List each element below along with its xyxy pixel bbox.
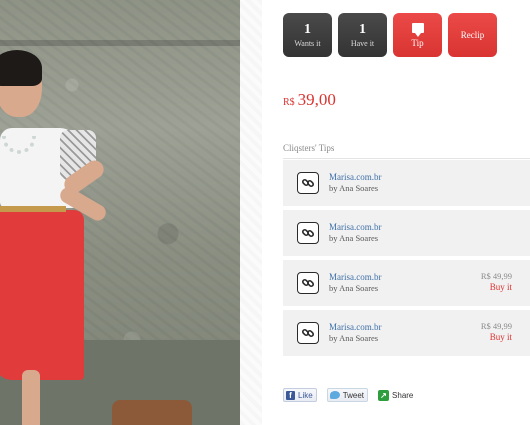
speech-bubble-icon — [411, 22, 424, 37]
product-page: 1 Wants it 1 Have it Tip Reclip R$ 39,00… — [0, 0, 530, 425]
tip-price: R$ 49,99 — [480, 271, 512, 281]
tip-item[interactable]: Marisa.com.br by Ana Soares R$ 49,99 Buy… — [283, 260, 530, 306]
product-price: R$ 39,00 — [283, 90, 336, 110]
twitter-bird-icon — [329, 391, 340, 399]
photo-bag — [112, 400, 192, 425]
tip-store-link[interactable]: Marisa.com.br — [329, 172, 381, 183]
photo-hair — [0, 50, 42, 86]
tip-text: Marisa.com.br by Ana Soares — [329, 222, 381, 244]
have-it-button[interactable]: 1 Have it — [338, 13, 387, 57]
tip-item[interactable]: Marisa.com.br by Ana Soares — [283, 160, 530, 206]
wants-it-label: Wants it — [294, 39, 321, 48]
product-panel: 1 Wants it 1 Have it Tip Reclip R$ 39,00… — [240, 0, 530, 425]
photo-belt — [0, 206, 66, 212]
tip-price: R$ 49,99 — [480, 321, 512, 331]
share-label: Share — [392, 390, 414, 400]
price-value: 39,00 — [297, 90, 336, 109]
tip-buy-link[interactable]: Buy it — [481, 282, 512, 293]
tip-purchase: R$ 49,99 Buy it — [481, 271, 512, 293]
tip-author: by Ana Soares — [329, 233, 379, 243]
photo-leg — [22, 370, 40, 425]
like-label: Like — [298, 390, 313, 400]
chain-link-icon — [297, 172, 319, 194]
chain-link-icon — [297, 272, 319, 294]
reclip-label: Reclip — [460, 30, 485, 40]
tweet-label: Tweet — [342, 390, 365, 400]
wants-it-button[interactable]: 1 Wants it — [283, 13, 332, 57]
tip-author: by Ana Soares — [329, 283, 379, 293]
tip-label: Tip — [411, 37, 424, 48]
tip-text: Marisa.com.br by Ana Soares — [329, 322, 381, 344]
facebook-icon: f — [286, 390, 295, 400]
wants-it-count: 1 — [304, 22, 311, 37]
chain-link-icon — [297, 222, 319, 244]
tip-store-link[interactable]: Marisa.com.br — [329, 222, 381, 233]
product-photo[interactable] — [0, 0, 240, 425]
photo-ledge — [0, 40, 240, 46]
tips-list: Marisa.com.br by Ana Soares Marisa.com.b… — [283, 160, 530, 360]
have-it-count: 1 — [359, 22, 366, 37]
tip-store-link[interactable]: Marisa.com.br — [329, 272, 381, 283]
tip-text: Marisa.com.br by Ana Soares — [329, 172, 381, 194]
price-currency: R$ — [283, 97, 295, 108]
have-it-label: Have it — [350, 39, 375, 48]
tip-item[interactable]: Marisa.com.br by Ana Soares R$ 49,99 Buy… — [283, 310, 530, 356]
photo-red-skirt — [0, 210, 84, 380]
share-button[interactable]: ↗ Share — [378, 389, 414, 401]
tip-author: by Ana Soares — [329, 183, 379, 193]
tip-button[interactable]: Tip — [393, 13, 442, 57]
tweet-button[interactable]: Tweet — [326, 388, 369, 402]
tip-text: Marisa.com.br by Ana Soares — [329, 272, 381, 294]
chain-link-icon — [297, 322, 319, 344]
tip-item[interactable]: Marisa.com.br by Ana Soares — [283, 210, 530, 256]
action-buttons: 1 Wants it 1 Have it Tip Reclip — [283, 13, 497, 57]
tip-author: by Ana Soares — [329, 333, 379, 343]
tip-store-link[interactable]: Marisa.com.br — [329, 322, 381, 333]
panel-divider-pattern — [240, 0, 262, 425]
share-icon: ↗ — [378, 389, 390, 401]
reclip-button[interactable]: Reclip — [448, 13, 497, 57]
facebook-like-button[interactable]: f Like — [283, 388, 317, 402]
tips-divider — [283, 158, 530, 159]
tip-buy-link[interactable]: Buy it — [481, 332, 512, 343]
social-buttons: f Like Tweet ↗ Share — [283, 388, 413, 402]
tip-purchase: R$ 49,99 Buy it — [481, 321, 512, 343]
tips-section-title: Cliqsters' Tips — [283, 143, 335, 153]
